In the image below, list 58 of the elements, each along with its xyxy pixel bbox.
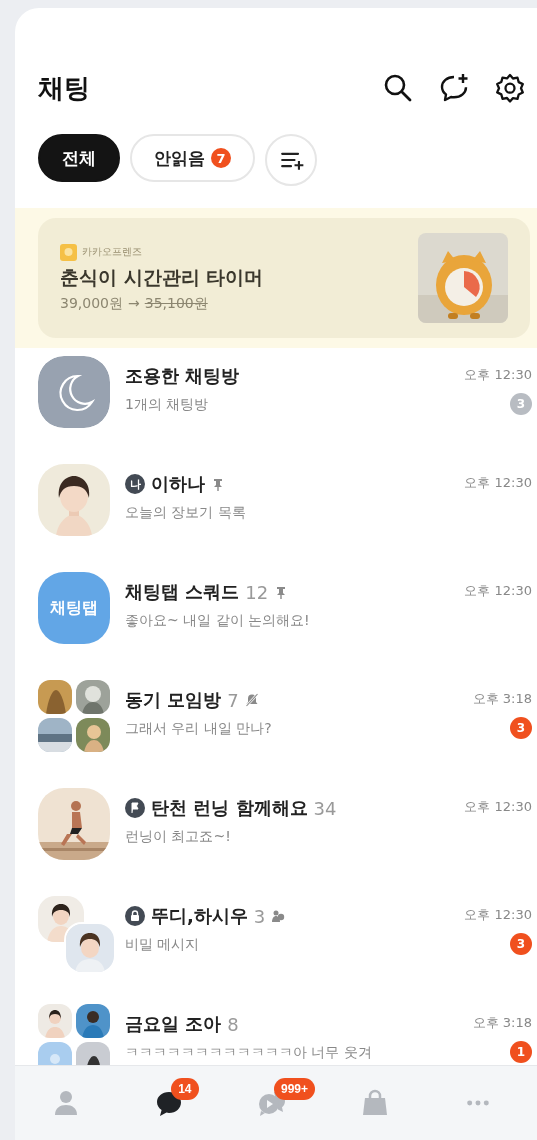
brand-name: 카카오프렌즈	[82, 245, 142, 259]
unread-count: 3	[510, 933, 532, 955]
ad-title: 춘식이 시간관리 타이머	[60, 264, 265, 290]
chat-name: 채팅탭 스쿼드	[125, 580, 240, 604]
chat-name: 탄천 런닝 함께해요	[151, 796, 308, 820]
notification-badge: 999+	[274, 1078, 315, 1100]
member-count: 8	[227, 1013, 239, 1035]
timestamp: 오후 12:30	[464, 474, 532, 492]
message-preview: 그래서 우리 내일 만나?	[125, 720, 273, 738]
unread-count: 1	[510, 1041, 532, 1063]
chat-row[interactable]: 나 이하나 오늘의 장보기 목록 오후 12:30	[15, 456, 537, 564]
member-count: 12	[245, 581, 269, 603]
message-preview: 좋아요~ 내일 같이 논의해요!	[125, 612, 311, 630]
notification-badge: 14	[171, 1078, 199, 1100]
timestamp: 오후 3:18	[472, 690, 532, 708]
chat-name: 동기 모임방	[125, 688, 222, 712]
unread-count: 3	[510, 717, 532, 739]
message-preview: 오늘의 장보기 목록	[125, 504, 247, 522]
group-avatar: 채팅탭	[38, 572, 110, 644]
screen-title: 채팅	[38, 71, 91, 105]
member-count: 34	[313, 797, 337, 819]
timestamp: 오후 12:30	[464, 906, 532, 924]
member-count: 7	[227, 689, 239, 711]
chat-row[interactable]: 조용한 채팅방 1개의 채팅방 오후 12:30 3	[15, 348, 537, 456]
filter-tab[interactable]: 전체	[38, 134, 120, 182]
price: 39,000원	[60, 294, 123, 313]
chat-name: 이하나	[151, 472, 205, 496]
add-filter-button[interactable]	[265, 134, 317, 186]
message-preview: 런닝이 최고죠~!	[125, 828, 232, 846]
chat-name: 금요일 조아	[125, 1012, 222, 1036]
chat-row[interactable]: 탄천 런닝 함께해요 34 런닝이 최고죠~! 오후 12:30	[15, 780, 537, 888]
unread-badge: 7	[211, 148, 231, 168]
flag-icon	[125, 798, 145, 818]
message-preview: 1개의 채팅방	[125, 396, 210, 414]
brand-logo-icon	[60, 243, 77, 261]
ad-banner[interactable]: 카카오프렌즈 춘식이 시간관리 타이머 39,000원 → 35,100원	[38, 218, 530, 338]
arrow-text: →	[128, 294, 140, 313]
unread-count: 3	[510, 393, 532, 415]
me-badge: 나	[125, 474, 145, 494]
chat-row[interactable]: 채팅탭 채팅탭 스쿼드 12 좋아요~ 내일 같이 논의해요! 오후 12:30	[15, 564, 537, 672]
lock-icon	[125, 906, 145, 926]
message-preview: ㅋㅋㅋㅋㅋㅋㅋㅋㅋㅋㅋㅋ아 너무 웃겨	[125, 1044, 373, 1062]
nav-tab[interactable]: 14	[125, 1078, 214, 1128]
member-count: 3	[253, 905, 266, 927]
struck-price: 35,100원	[144, 294, 208, 313]
filter-tab[interactable]: 안읽음 7	[130, 134, 255, 182]
chat-row[interactable]: 동기 모임방 7 그래서 우리 내일 만나? 오후 3:18 3	[15, 672, 537, 780]
timestamp: 오후 12:30	[464, 798, 532, 816]
chat-name: 조용한 채팅방	[125, 364, 240, 388]
nav-tab[interactable]: 999+	[228, 1078, 316, 1128]
timestamp: 오후 3:18	[472, 1014, 532, 1032]
timestamp: 오후 12:30	[464, 582, 532, 600]
message-preview: 비밀 메시지	[125, 936, 201, 954]
moon-icon	[38, 356, 110, 428]
chat-row[interactable]: 뚜디,하시우 3 비밀 메시지 오후 12:30 3	[15, 888, 537, 996]
settings-icon[interactable]	[493, 71, 527, 105]
chat-name: 뚜디,하시우	[151, 904, 248, 928]
timestamp: 오후 12:30	[464, 366, 532, 384]
